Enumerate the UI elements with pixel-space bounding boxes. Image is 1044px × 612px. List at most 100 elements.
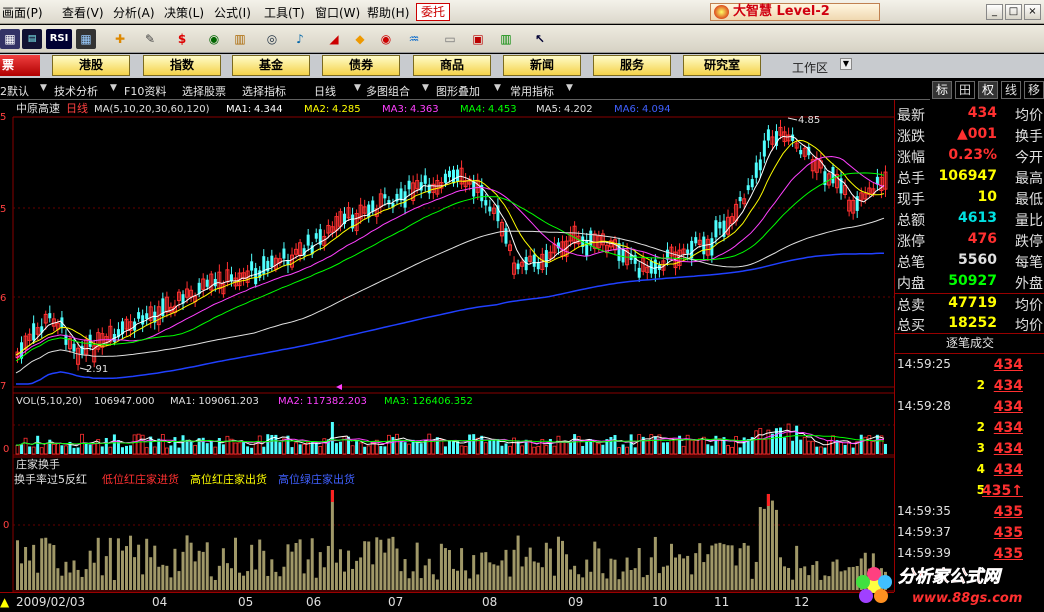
option-select-stock[interactable]: 选择股票 — [182, 83, 226, 99]
volume-bar — [355, 441, 359, 454]
turnover-bar — [290, 551, 294, 590]
books-icon[interactable]: ▥ — [496, 29, 516, 49]
nav-bond-button[interactable]: 债券 — [322, 55, 400, 76]
trades-title[interactable]: 逐笔成交 — [895, 333, 1044, 353]
turnover-bar — [347, 550, 351, 590]
menu-item-window[interactable]: 窗口(W) — [315, 4, 360, 21]
note-icon[interactable]: ▭ — [440, 29, 460, 49]
crosshair-icon[interactable]: ✚ — [110, 29, 130, 49]
target-icon[interactable]: ◉ — [376, 29, 396, 49]
y-axis-label: 5 — [0, 112, 6, 123]
turnover-bar — [310, 538, 314, 590]
turnover-bar — [112, 579, 116, 590]
quote-label: 最新 — [897, 108, 925, 124]
option-common-indicator[interactable]: 常用指标 — [510, 83, 554, 99]
tick-chart-icon[interactable]: ▤ — [22, 29, 42, 49]
entrust-button[interactable]: 委托 — [416, 3, 451, 21]
candle-body — [750, 179, 754, 188]
turnover-bar — [274, 571, 278, 590]
brand-logo: 大智慧 Level-2 — [710, 3, 880, 21]
volume-bar — [242, 442, 246, 454]
tab-rights[interactable]: 权 — [978, 81, 998, 99]
candle-body — [754, 162, 758, 178]
option-technical[interactable]: 技术分析 — [54, 83, 98, 99]
option-f10[interactable]: F10资料 — [124, 83, 166, 99]
tab-grid[interactable]: 田 — [955, 81, 975, 99]
dropdown-arrow-icon[interactable]: ▼ — [494, 83, 501, 93]
turnover-bar — [359, 557, 363, 590]
menu-item-decision[interactable]: 决策(L) — [164, 4, 204, 21]
turnover-bar — [508, 576, 512, 590]
dropdown-arrow-icon[interactable]: ▼ — [422, 83, 429, 93]
workarea-label[interactable]: 工作区 — [792, 59, 828, 76]
nav-hk-button[interactable]: 港股 — [52, 55, 130, 76]
nav-commodity-button[interactable]: 商品 — [413, 55, 491, 76]
trade-row: 14:59:35 435 — [897, 504, 1037, 524]
dropdown-arrow-icon[interactable]: ▼ — [40, 83, 47, 93]
turnover-bar — [476, 574, 480, 590]
turnover-bar — [439, 543, 443, 590]
turnover-bar — [181, 551, 185, 590]
binoculars-icon[interactable]: ◎ — [262, 29, 282, 49]
dropdown-arrow-icon[interactable]: ▼ — [354, 83, 361, 93]
nav-news-button[interactable]: 新闻 — [503, 55, 581, 76]
turnover-bar — [165, 565, 169, 590]
turnover-bar — [678, 554, 682, 590]
bars-icon[interactable]: ▥ — [230, 29, 250, 49]
nav-fund-button[interactable]: 基金 — [232, 55, 310, 76]
rsi-icon[interactable]: RSI — [46, 29, 72, 49]
cursor-help-icon[interactable]: ↖ — [530, 29, 550, 49]
date-label: 09 — [568, 595, 584, 609]
yuan-icon[interactable]: $ — [172, 29, 192, 49]
turnover-bar — [641, 577, 645, 590]
dropdown-arrow-icon[interactable]: ▼ — [566, 83, 573, 93]
quote-label: 现手 — [897, 192, 925, 208]
minimize-icon[interactable]: _ — [986, 4, 1003, 20]
nav-index-button[interactable]: 指数 — [143, 55, 221, 76]
candle-body — [762, 140, 766, 157]
close-icon[interactable]: × — [1024, 4, 1041, 20]
grid-icon[interactable]: ▦ — [76, 29, 96, 49]
watermark-url: www.88gs.com — [912, 591, 1022, 606]
tab-move[interactable]: 移 — [1024, 81, 1044, 99]
flower-petal-icon — [874, 589, 888, 603]
menu-item-help[interactable]: 帮助(H) — [367, 4, 409, 21]
volume-bar — [72, 447, 76, 454]
menu-item-formula[interactable]: 公式(I) — [214, 4, 251, 21]
ruler-icon[interactable]: ✎ — [140, 29, 160, 49]
maximize-icon[interactable]: □ — [1005, 4, 1022, 20]
option-overlay[interactable]: 图形叠加 — [436, 83, 480, 99]
menu-item-screen[interactable]: 画面(P) — [2, 4, 43, 21]
flag-icon[interactable]: ◢ — [324, 29, 344, 49]
trade-price: 434 — [993, 399, 1023, 415]
eye-icon[interactable]: ◉ — [204, 29, 224, 49]
candle-body — [141, 315, 145, 325]
turnover-bar — [217, 565, 221, 590]
nav-research-button[interactable]: 研究室 — [683, 55, 761, 76]
chevron-down-icon[interactable]: ▼ — [840, 58, 852, 70]
link-icon[interactable]: ♒ — [404, 29, 424, 49]
menu-item-view[interactable]: 查看(V) — [62, 4, 104, 21]
option-daily[interactable]: 日线 — [314, 83, 336, 99]
volume-bar — [76, 447, 80, 454]
turnover-bar — [209, 576, 213, 590]
nav-stocks-button[interactable]: 票 — [0, 55, 40, 76]
bell-icon[interactable]: ♪ — [290, 29, 310, 49]
option-select-indicator[interactable]: 选择指标 — [242, 83, 286, 99]
tab-line[interactable]: 线 — [1001, 81, 1021, 99]
date-label: 2009/02/03 — [16, 595, 86, 609]
option-multi-chart[interactable]: 多图组合 — [366, 83, 410, 99]
turnover-bar — [480, 552, 484, 590]
tab-quote[interactable]: 标 — [932, 81, 952, 99]
volume-bar — [710, 445, 714, 454]
diamond-icon[interactable]: ◆ — [350, 29, 370, 49]
dropdown-arrow-icon[interactable]: ▼ — [110, 83, 117, 93]
trade-price: 434 — [993, 441, 1023, 457]
option-default[interactable]: 2默认 — [0, 83, 29, 99]
window-layout-icon[interactable]: ▣ — [468, 29, 488, 49]
nav-service-button[interactable]: 服务 — [593, 55, 671, 76]
menu-item-analysis[interactable]: 分析(A) — [113, 4, 155, 21]
stock-chart[interactable]: 中原高速 日线 MA(5,10,20,30,60,120) MA1: 4.344… — [0, 100, 894, 592]
chart-window-icon[interactable]: ▦ — [0, 29, 20, 49]
menu-item-tools[interactable]: 工具(T) — [264, 4, 305, 21]
